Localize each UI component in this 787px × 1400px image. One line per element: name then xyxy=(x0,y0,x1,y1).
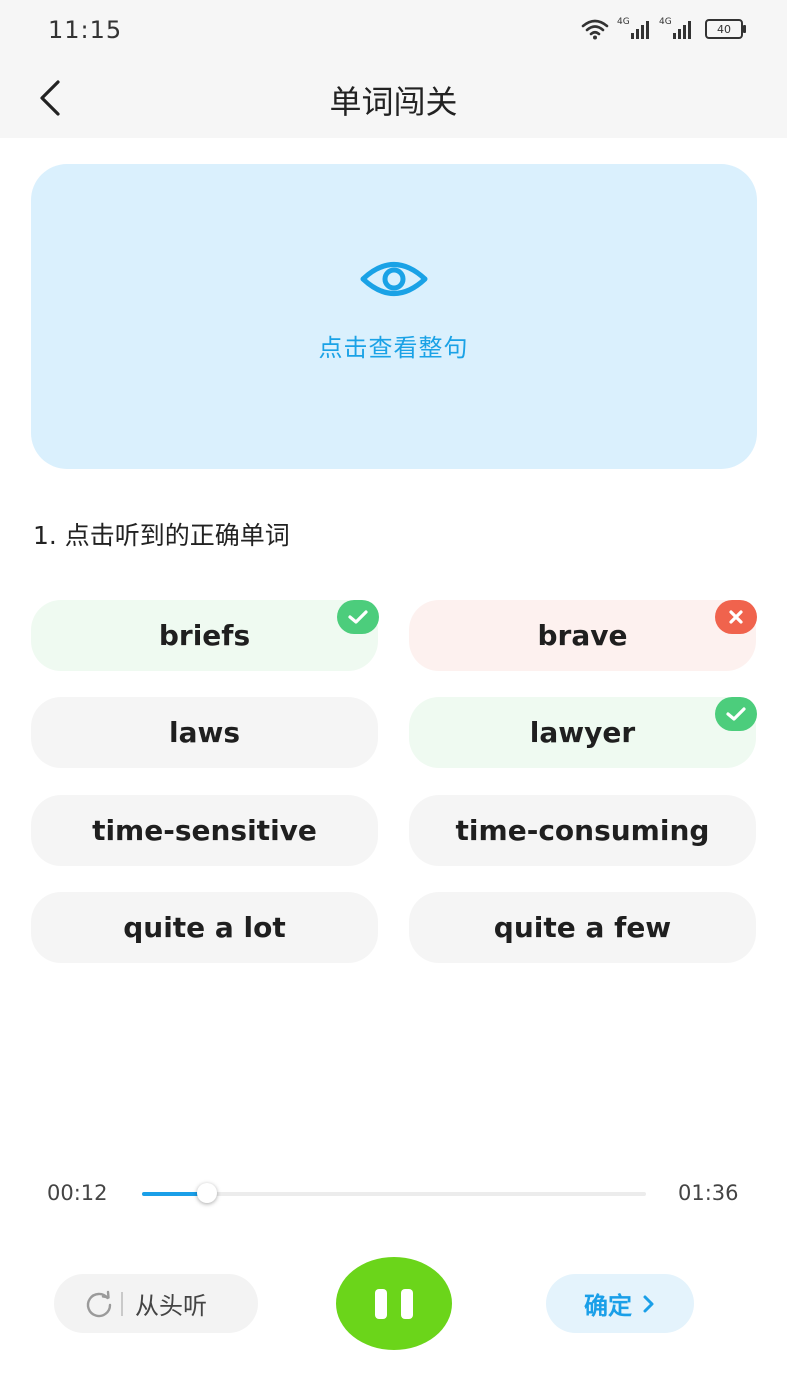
option-brave[interactable]: brave xyxy=(409,600,757,671)
option-lawyer[interactable]: lawyer xyxy=(409,697,757,768)
pause-icon-bar-left xyxy=(375,1288,387,1319)
correct-badge xyxy=(337,600,379,634)
question-prompt: 1. 点击听到的正确单词 xyxy=(33,521,290,550)
replay-icon xyxy=(86,1290,112,1317)
option-label: quite a lot xyxy=(123,911,286,944)
replay-label: 从头听 xyxy=(135,1292,207,1320)
pause-icon-bar-right xyxy=(401,1288,413,1319)
progress-slider[interactable] xyxy=(142,1183,646,1203)
option-label: briefs xyxy=(158,619,251,652)
option-label: time-consuming xyxy=(455,814,710,847)
progress-thumb[interactable] xyxy=(196,1183,217,1203)
status-icons: 4G 4G 40 xyxy=(581,17,746,40)
status-bar: 11:15 4G 4G 40 xyxy=(0,0,787,60)
page-title: 单词闯关 xyxy=(329,83,458,121)
total-time: 01:36 xyxy=(678,1181,739,1205)
replay-divider xyxy=(121,1291,123,1316)
option-label: quite a few xyxy=(493,911,672,944)
correct-badge xyxy=(715,697,757,731)
option-label: brave xyxy=(537,619,628,652)
signal-label-sim1: 4G xyxy=(617,17,630,27)
signal-icon-sim2: 4G xyxy=(659,17,691,39)
option-label: lawyer xyxy=(529,716,636,749)
close-icon xyxy=(729,610,743,624)
status-time: 11:15 xyxy=(48,16,123,44)
wifi-icon xyxy=(581,19,609,40)
option-quite-a-lot[interactable]: quite a lot xyxy=(31,892,378,963)
current-time: 00:12 xyxy=(47,1181,108,1205)
reveal-sentence-card[interactable] xyxy=(31,164,757,469)
check-icon xyxy=(348,610,368,624)
confirm-label: 确定 xyxy=(584,1292,632,1320)
option-quite-a-few[interactable]: quite a few xyxy=(409,892,756,963)
signal-label-sim2: 4G xyxy=(659,17,672,27)
app-header: 单词闯关 xyxy=(0,60,787,138)
option-label: laws xyxy=(168,716,241,749)
pause-button[interactable] xyxy=(336,1257,452,1350)
option-briefs[interactable]: briefs xyxy=(31,600,379,671)
battery-level: 40 xyxy=(717,22,731,36)
wrong-badge xyxy=(715,600,757,634)
reveal-sentence-label[interactable]: 点击查看整句 xyxy=(0,328,787,363)
option-time-sensitive[interactable]: time-sensitive xyxy=(31,795,378,866)
signal-icon-sim1: 4G xyxy=(617,17,649,39)
check-icon xyxy=(726,707,746,721)
option-label: time-sensitive xyxy=(92,814,317,847)
chevron-right-icon xyxy=(643,1295,654,1312)
confirm-button[interactable]: 确定 xyxy=(546,1274,694,1333)
battery-icon: 40 xyxy=(705,19,746,39)
eye-icon xyxy=(360,262,428,296)
option-time-consuming[interactable]: time-consuming xyxy=(409,795,756,866)
option-laws[interactable]: laws xyxy=(31,697,378,768)
replay-from-start-button[interactable]: 从头听 xyxy=(54,1274,258,1333)
